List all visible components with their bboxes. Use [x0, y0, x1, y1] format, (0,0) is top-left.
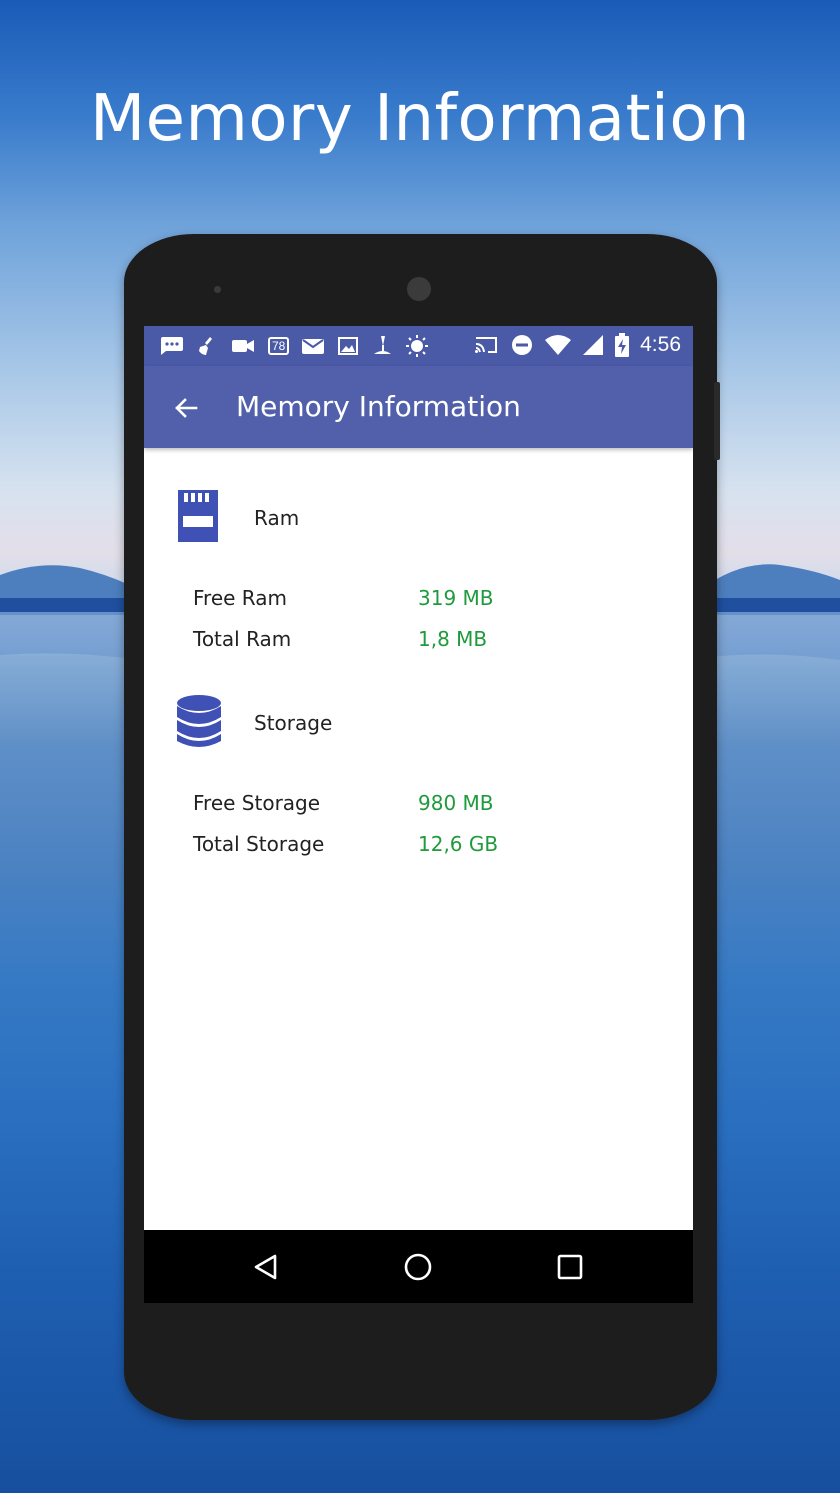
storage-section-header: Storage — [144, 691, 693, 751]
total-storage-label: Total Storage — [193, 832, 325, 856]
phone-sensor-dot — [214, 286, 221, 293]
total-ram-label: Total Ram — [193, 627, 292, 651]
ram-section-label: Ram — [254, 506, 300, 530]
wifi-icon — [545, 335, 572, 355]
message-icon — [161, 337, 183, 355]
database-icon — [177, 695, 221, 747]
cell-signal-icon — [583, 335, 604, 355]
free-ram-value: 319 MB — [418, 586, 494, 610]
sd-card-icon — [178, 490, 218, 542]
promo-headline: Memory Information — [89, 82, 751, 156]
arrow-left-icon[interactable] — [170, 392, 202, 424]
free-ram-label: Free Ram — [193, 586, 287, 610]
promo-background: Memory Information 78 4:56 Memory Inform… — [0, 0, 840, 1493]
image-icon — [338, 337, 359, 355]
sun-icon — [406, 335, 429, 357]
total-ram-value: 1,8 MB — [418, 627, 488, 651]
free-storage-label: Free Storage — [193, 791, 321, 815]
recents-square-icon[interactable] — [555, 1252, 585, 1282]
table-row: Free Ram 319 MB — [144, 586, 693, 616]
phone-side-button — [714, 382, 720, 460]
phone-screen: 78 4:56 Memory Information Ram Free Ram … — [144, 326, 693, 1303]
app-toolbar: Memory Information — [144, 366, 693, 448]
tool-icon — [374, 336, 392, 354]
total-storage-value: 12,6 GB — [418, 832, 499, 856]
badge-78-icon: 78 — [268, 337, 290, 355]
status-system-icons: 4:56 — [474, 332, 681, 358]
ram-section-header: Ram — [144, 486, 693, 546]
mail-icon — [302, 339, 325, 354]
status-notification-icons: 78 — [158, 334, 429, 358]
video-icon — [232, 340, 254, 352]
status-bar: 78 4:56 — [144, 326, 693, 366]
free-storage-value: 980 MB — [418, 791, 494, 815]
table-row: Free Storage 980 MB — [144, 791, 693, 821]
broom-icon — [199, 337, 212, 355]
status-time: 4:56 — [640, 333, 681, 356]
table-row: Total Ram 1,8 MB — [144, 627, 693, 657]
table-row: Total Storage 12,6 GB — [144, 832, 693, 862]
do-not-disturb-icon — [512, 335, 533, 355]
home-circle-icon[interactable] — [403, 1252, 433, 1282]
battery-charging-icon — [615, 333, 630, 357]
storage-section-label: Storage — [254, 711, 333, 735]
toolbar-title: Memory Information — [236, 390, 521, 423]
cast-icon — [475, 337, 498, 353]
phone-front-camera — [407, 277, 431, 301]
back-triangle-icon[interactable] — [251, 1252, 281, 1282]
system-nav-bar — [144, 1230, 693, 1303]
